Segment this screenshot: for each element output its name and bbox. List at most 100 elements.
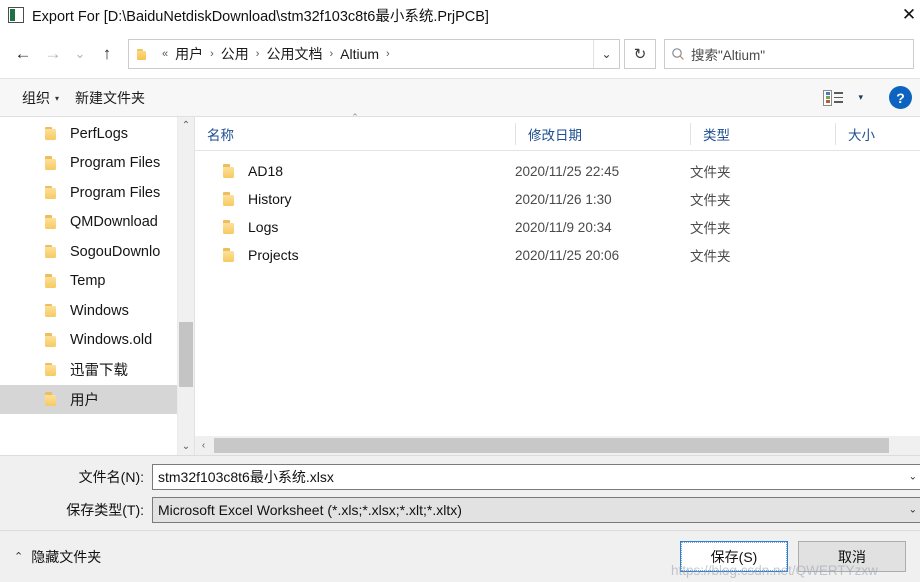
column-headers: ⌃ 名称 修改日期 类型 大小 <box>195 112 920 151</box>
recent-locations-button[interactable]: ⌄ <box>68 39 92 69</box>
sidebar-item-perflogs[interactable]: PerfLogs <box>0 119 177 149</box>
refresh-button[interactable]: ↻ <box>624 39 656 69</box>
dialog-body: PerfLogs Program Files Program Files QMD… <box>0 112 920 455</box>
sidebar-item-label: Program Files <box>70 184 161 201</box>
search-input[interactable]: 搜索"Altium" <box>691 44 765 64</box>
folder-icon <box>45 185 61 200</box>
folder-icon <box>45 244 61 259</box>
back-button[interactable]: ← <box>8 39 38 69</box>
column-header-type[interactable]: 类型 <box>690 122 835 145</box>
up-button[interactable]: ↑ <box>92 39 122 69</box>
breadcrumb-overflow[interactable]: « <box>157 48 173 60</box>
breadcrumb-separator: › <box>210 48 214 60</box>
breadcrumb: « 用户 › 公用 › 公用文档 › Altium › <box>157 44 593 64</box>
folder-icon <box>223 192 239 206</box>
chevron-down-icon[interactable]: ⌄ <box>909 505 917 516</box>
table-row[interactable]: Logs 2020/11/9 20:34 文件夹 <box>195 213 920 241</box>
sort-ascending-icon: ⌃ <box>351 111 359 122</box>
file-name-label: AD18 <box>248 163 284 179</box>
sidebar-item-temp[interactable]: Temp <box>0 267 177 297</box>
breadcrumb-item-0[interactable]: 用户 <box>173 44 205 64</box>
file-name-label: Logs <box>248 219 279 235</box>
organize-label: 组织 <box>22 89 50 106</box>
folder-icon <box>45 333 61 347</box>
filename-row: 文件名(N): stm32f103c8t6最小系统.xlsx ⌄ <box>0 464 920 490</box>
organize-button[interactable]: 组织 ▾ <box>14 84 67 112</box>
chevron-up-icon: ⌃ <box>14 551 24 563</box>
sidebar-item-windows[interactable]: Windows <box>0 296 177 326</box>
view-mode-button[interactable]: ▾ <box>815 85 871 111</box>
save-as-dialog: Export For [D:\BaiduNetdiskDownload\stm3… <box>0 0 920 582</box>
new-folder-label: 新建文件夹 <box>75 89 146 106</box>
file-date-cell: 2020/11/9 20:34 <box>515 219 612 235</box>
folder-icon <box>45 362 61 377</box>
sidebar-item-xunlei-download[interactable]: 迅雷下载 <box>0 355 177 385</box>
file-list-horizontal-scrollbar[interactable]: ‹ <box>195 436 920 455</box>
chevron-down-icon[interactable]: ▾ <box>858 92 863 103</box>
file-name-cell: Logs <box>195 219 515 235</box>
window-title: Export For [D:\BaiduNetdiskDownload\stm3… <box>32 8 489 25</box>
chevron-down-icon[interactable]: ⌄ <box>593 40 619 68</box>
scrollbar-thumb[interactable] <box>214 438 889 453</box>
breadcrumb-item-1[interactable]: 公用 <box>219 44 251 64</box>
filename-value: stm32f103c8t6最小系统.xlsx <box>158 469 334 485</box>
file-date-cell: 2020/11/26 1:30 <box>515 191 612 207</box>
scrollbar-thumb[interactable] <box>179 322 193 387</box>
hide-folders-toggle[interactable]: ⌃ 隐藏文件夹 <box>14 547 101 567</box>
details-view-icon <box>823 89 844 107</box>
file-rows: AD18 2020/11/25 22:45 文件夹 History 2020/1… <box>195 151 920 436</box>
table-row[interactable]: History 2020/11/26 1:30 文件夹 <box>195 185 920 213</box>
column-header-name[interactable]: ⌃ 名称 <box>195 112 515 145</box>
sidebar-item-users[interactable]: 用户 <box>0 384 177 414</box>
filetype-select[interactable]: Microsoft Excel Worksheet (*.xls;*.xlsx;… <box>152 497 920 523</box>
app-icon <box>8 7 24 23</box>
sidebar-item-sogoudownload[interactable]: SogouDownlo <box>0 237 177 267</box>
folder-icon <box>45 303 61 318</box>
chevron-down-icon[interactable]: ⌄ <box>909 472 917 483</box>
sidebar-item-program-files-x86[interactable]: Program Files <box>0 178 177 208</box>
address-bar[interactable]: « 用户 › 公用 › 公用文档 › Altium › ⌄ <box>128 39 620 69</box>
breadcrumb-separator: › <box>329 48 334 60</box>
breadcrumb-separator: › <box>255 48 260 60</box>
scroll-up-icon[interactable]: ⌃ <box>178 117 194 134</box>
dialog-footer: ⌃ 隐藏文件夹 保存(S) 取消 https://blog.csdn.net/Q… <box>0 530 920 582</box>
file-date-cell: 2020/11/25 22:45 <box>515 163 620 179</box>
help-button[interactable]: ? <box>889 86 912 109</box>
breadcrumb-item-2[interactable]: 公用文档 <box>264 44 324 64</box>
hide-folders-label: 隐藏文件夹 <box>31 548 102 565</box>
folder-icon <box>45 156 61 170</box>
table-row[interactable]: AD18 2020/11/25 22:45 文件夹 <box>195 157 920 185</box>
navigation-bar: ← → ⌄ ↑ « 用户 › 公用 › 公用文档 › Altium › ⌄ ↻ <box>0 30 920 78</box>
filename-input[interactable]: stm32f103c8t6最小系统.xlsx ⌄ <box>152 464 920 490</box>
save-form: 文件名(N): stm32f103c8t6最小系统.xlsx ⌄ 保存类型(T)… <box>0 455 920 530</box>
breadcrumb-separator: › <box>386 48 390 60</box>
search-box[interactable]: 搜索"Altium" <box>664 39 914 69</box>
sidebar-item-label: SogouDownlo <box>70 243 161 260</box>
new-folder-button[interactable]: 新建文件夹 <box>67 84 153 112</box>
close-icon[interactable]: ✕ <box>894 2 920 28</box>
sidebar-item-label: Windows.old <box>70 332 153 349</box>
scroll-down-icon[interactable]: ⌄ <box>178 438 194 455</box>
scroll-left-icon[interactable]: ‹ <box>195 436 212 455</box>
sidebar-item-program-files[interactable]: Program Files <box>0 149 177 179</box>
save-button-label: 保存(S) <box>681 542 787 571</box>
breadcrumb-item-3[interactable]: Altium <box>338 46 381 62</box>
forward-button[interactable]: → <box>38 39 68 69</box>
filename-label: 文件名(N): <box>78 469 144 485</box>
filetype-row: 保存类型(T): Microsoft Excel Worksheet (*.xl… <box>0 497 920 523</box>
save-button[interactable]: 保存(S) <box>680 541 788 572</box>
sidebar-item-label: QMDownload <box>70 214 158 231</box>
sidebar-item-qmdownload[interactable]: QMDownload <box>0 208 177 238</box>
folder-icon <box>223 220 239 234</box>
file-name-label: History <box>248 191 292 207</box>
sidebar-item-label: Temp <box>70 273 106 290</box>
column-header-date[interactable]: 修改日期 <box>515 122 690 145</box>
column-header-size[interactable]: 大小 <box>835 122 920 145</box>
sidebar-item-windows-old[interactable]: Windows.old <box>0 326 177 356</box>
sidebar-scrollbar[interactable]: ⌃ ⌄ <box>177 117 194 455</box>
table-row[interactable]: Projects 2020/11/25 20:06 文件夹 <box>195 241 920 269</box>
cancel-button[interactable]: 取消 <box>798 541 906 572</box>
sidebar-item-label: 用户 <box>70 392 99 409</box>
search-icon <box>665 47 691 61</box>
sidebar-item-label: Windows <box>70 302 129 319</box>
